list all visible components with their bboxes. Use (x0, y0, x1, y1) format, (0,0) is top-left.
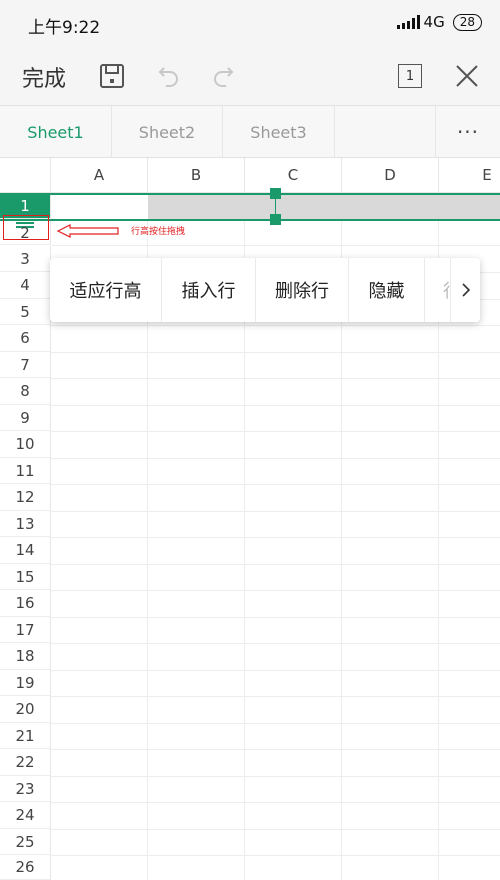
row-header-13[interactable]: 13 (0, 511, 51, 537)
chevron-right-icon[interactable] (450, 258, 480, 322)
row-header-3[interactable]: 3 (0, 246, 51, 272)
row-header-16[interactable]: 16 (0, 590, 51, 617)
row-divider (51, 749, 500, 750)
row-header-23[interactable]: 23 (0, 776, 51, 802)
menu-hide[interactable]: 隐藏 (349, 258, 425, 322)
active-cell[interactable] (51, 193, 148, 219)
signal-icon (396, 15, 420, 29)
row-divider (51, 802, 500, 803)
row-divider (51, 590, 500, 591)
row-divider (51, 378, 500, 379)
row-divider (51, 723, 500, 724)
row-header-19[interactable]: 19 (0, 670, 51, 696)
row-divider (51, 511, 500, 512)
row-divider (51, 855, 500, 856)
row-divider (51, 352, 500, 353)
selection-border-bottom (0, 219, 500, 221)
toolbar: 完成 1 (0, 48, 500, 106)
tab-sheet3[interactable]: Sheet3 (223, 106, 335, 158)
row-header-7[interactable]: 7 (0, 352, 51, 378)
row-divider (51, 564, 500, 565)
row-divider (51, 643, 500, 644)
menu-insert-row[interactable]: 插入行 (162, 258, 256, 322)
menu-fit-row-height[interactable]: 适应行高 (50, 258, 162, 322)
row-header-5[interactable]: 5 (0, 299, 51, 325)
column-header-b[interactable]: B (148, 158, 245, 193)
hint-arrow-icon (56, 224, 119, 238)
status-bar: 上午9:22 4G 28 (0, 0, 500, 48)
redo-icon[interactable] (209, 61, 239, 91)
row-divider (51, 829, 500, 830)
tab-sheet1[interactable]: Sheet1 (0, 106, 112, 158)
row-header-6[interactable]: 6 (0, 325, 51, 352)
row-header-18[interactable]: 18 (0, 643, 51, 670)
more-icon[interactable]: ··· (435, 106, 500, 158)
row-divider (51, 776, 500, 777)
row-divider (51, 405, 500, 406)
close-icon[interactable] (452, 61, 482, 91)
row-header-17[interactable]: 17 (0, 617, 51, 643)
selection-handle-line (275, 196, 276, 218)
column-header-a[interactable]: A (51, 158, 148, 193)
battery-icon: 28 (452, 13, 482, 31)
tab-sheet2[interactable]: Sheet2 (112, 106, 223, 158)
row-divider (51, 537, 500, 538)
network-type: 4G (423, 13, 445, 31)
row-header-15[interactable]: 15 (0, 564, 51, 590)
row-divider (51, 431, 500, 432)
row-divider (51, 245, 500, 246)
sheet-count-button[interactable]: 1 (398, 64, 422, 88)
row-divider (51, 696, 500, 697)
row-header-24[interactable]: 24 (0, 802, 51, 829)
done-button[interactable]: 完成 (22, 61, 66, 93)
row-divider (51, 617, 500, 618)
save-icon[interactable] (97, 61, 127, 91)
row-header-12[interactable]: 12 (0, 484, 51, 511)
row-header-20[interactable]: 20 (0, 696, 51, 723)
row-context-menu: 适应行高 插入行 删除行 隐藏 行 (50, 258, 480, 322)
row-divider (51, 325, 500, 326)
row-header-14[interactable]: 14 (0, 537, 51, 564)
row-divider (51, 484, 500, 485)
row-header-4[interactable]: 4 (0, 272, 51, 299)
row-header-21[interactable]: 21 (0, 723, 51, 749)
undo-icon[interactable] (153, 61, 183, 91)
drag-hint-text: 行高按住拖拽 (131, 227, 186, 237)
row-header-26[interactable]: 26 (0, 855, 51, 880)
select-all-corner[interactable] (0, 158, 51, 193)
column-header-e[interactable]: E (439, 158, 500, 193)
row-header-10[interactable]: 10 (0, 431, 51, 458)
row-header-25[interactable]: 25 (0, 829, 51, 855)
status-indicators: 4G 28 (396, 13, 482, 31)
selection-border-top (0, 193, 500, 195)
menu-delete-row[interactable]: 删除行 (256, 258, 349, 322)
row-header-22[interactable]: 22 (0, 749, 51, 776)
column-header-d[interactable]: D (342, 158, 439, 193)
row-header-11[interactable]: 11 (0, 458, 51, 484)
row-header-8[interactable]: 8 (0, 378, 51, 405)
status-time: 上午9:22 (28, 18, 101, 38)
row-divider (51, 458, 500, 459)
row-header-2[interactable]: 2 (0, 221, 51, 245)
row-selection (148, 193, 500, 219)
column-header-c[interactable]: C (245, 158, 342, 193)
row-header-9[interactable]: 9 (0, 405, 51, 431)
row-divider (51, 670, 500, 671)
sheet-tabs: Sheet1 Sheet2 Sheet3 ··· (0, 106, 500, 158)
